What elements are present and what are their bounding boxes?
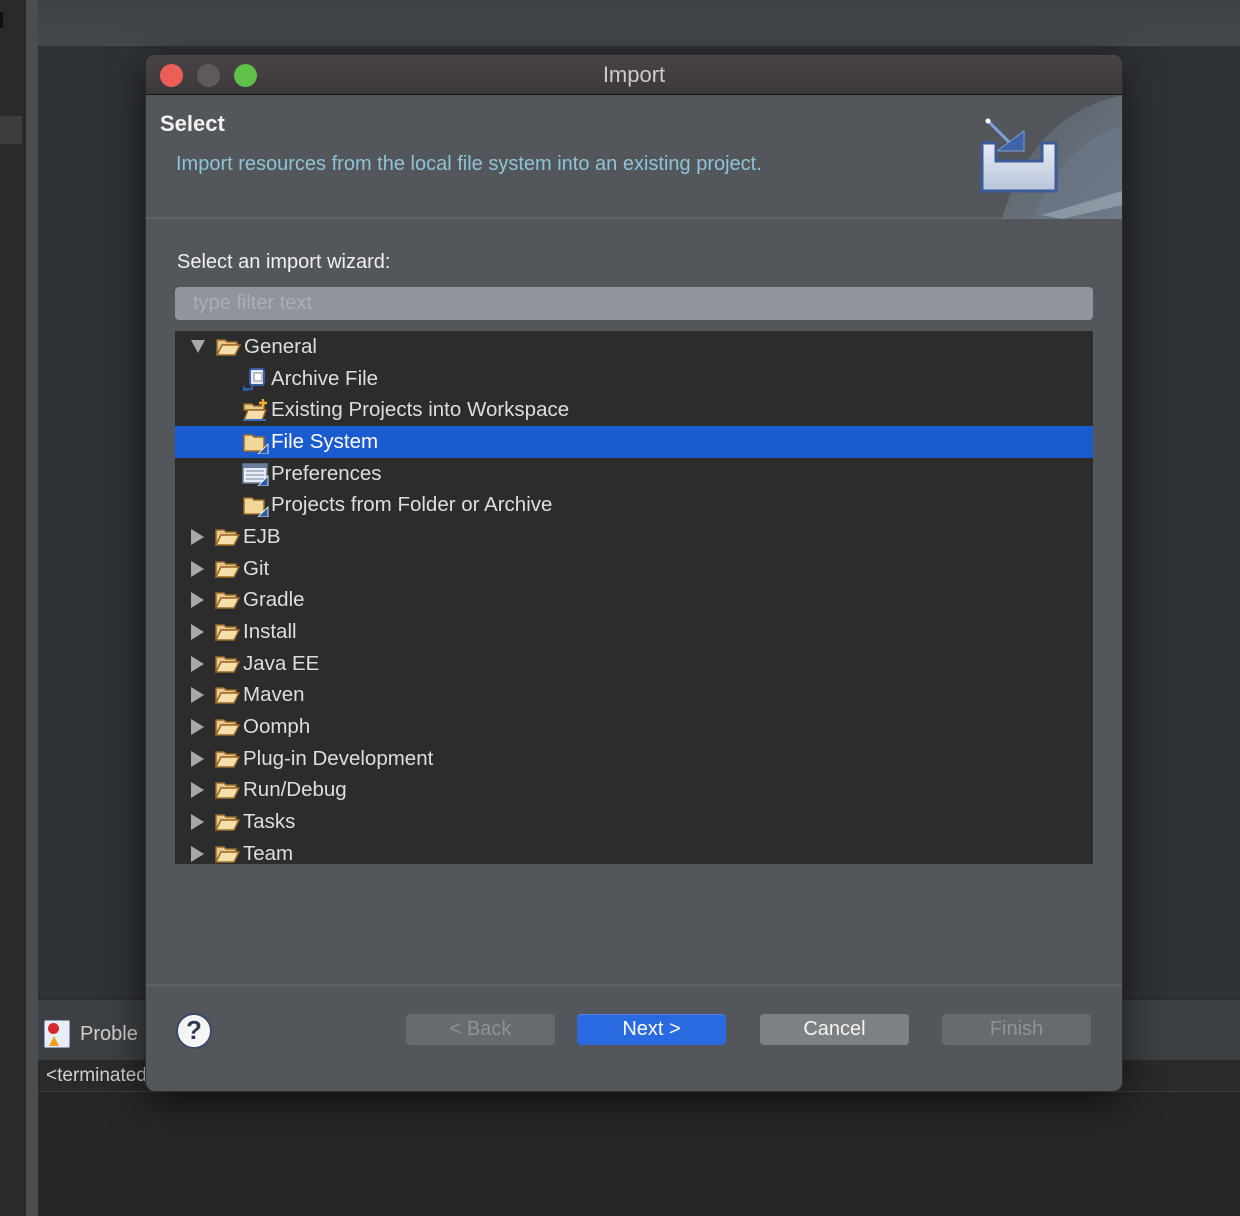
folder-open-icon [213, 652, 241, 676]
folder-open-icon [213, 810, 241, 834]
tree-item-label: Existing Projects into Workspace [271, 398, 570, 422]
tree-item[interactable]: Oomph [175, 711, 1093, 743]
help-icon[interactable]: ? [176, 1013, 212, 1049]
wizard-tree[interactable]: General Archive File Existing Projects int… [175, 331, 1093, 864]
tree-item[interactable]: Install [175, 616, 1093, 648]
wizard-header: Select Import resources from the local f… [146, 95, 1122, 219]
tree-item-label: Projects from Folder or Archive [271, 493, 553, 517]
tree-item-label: Run/Debug [243, 778, 347, 802]
chevron-right-icon[interactable] [191, 719, 204, 736]
tree-item-label: Git [243, 556, 270, 580]
tree-item-label: Preferences [271, 461, 382, 485]
tree-item[interactable]: EJB [175, 521, 1093, 553]
chevron-down-icon[interactable] [191, 340, 205, 354]
folder-open-icon [213, 842, 241, 864]
import-dialog: Import Select Import resources from the … [145, 54, 1123, 1092]
folder-open-icon [213, 620, 241, 644]
folder-open-icon [213, 557, 241, 581]
folder-open-icon [213, 588, 241, 612]
import-wizard-icon [972, 95, 1122, 219]
console-output [38, 1092, 1240, 1216]
folder-open-icon [213, 778, 241, 802]
tree-item[interactable]: Archive File [175, 363, 1093, 395]
wizard-page-description: Import resources from the local file sys… [176, 153, 762, 175]
tree-item-label: Java EE [243, 651, 320, 675]
next-button[interactable]: Next > [577, 1014, 726, 1045]
folder-open-icon [213, 715, 241, 739]
wizard-list-label: Select an import wizard: [177, 251, 391, 273]
folder-open-icon [213, 683, 241, 707]
tree-item-label: File System [271, 429, 379, 453]
tree-item-label: Gradle [243, 588, 305, 612]
tree-item[interactable]: File System [175, 426, 1093, 458]
dialog-title: Import [602, 62, 666, 87]
projects-folder-icon [241, 493, 269, 518]
tree-item-label: EJB [243, 524, 281, 548]
preferences-icon [241, 462, 269, 486]
wizard-page-title: Select [160, 111, 225, 136]
button-bar-separator [146, 984, 1122, 986]
tree-item-label: Maven [243, 683, 305, 707]
chevron-right-icon[interactable] [191, 782, 204, 799]
tree-item-label: Install [243, 620, 297, 644]
dialog-titlebar[interactable]: Import [146, 55, 1122, 95]
chevron-right-icon[interactable] [191, 655, 204, 672]
cancel-button[interactable]: Cancel [760, 1014, 909, 1045]
tree-item-label: General [244, 334, 317, 358]
tree-item[interactable]: Team [175, 838, 1093, 864]
problems-tab[interactable]: Proble [44, 1020, 138, 1048]
tree-item[interactable]: Java EE [175, 648, 1093, 680]
ide-left-marker [0, 12, 3, 28]
tree-item[interactable]: Tasks [175, 806, 1093, 838]
tree-item-label: Tasks [243, 810, 296, 834]
tree-item[interactable]: Plug-in Development [175, 743, 1093, 775]
chevron-right-icon[interactable] [191, 687, 204, 704]
chevron-right-icon[interactable] [191, 560, 204, 577]
tree-item[interactable]: Preferences [175, 458, 1093, 490]
chevron-right-icon[interactable] [191, 814, 204, 831]
chevron-right-icon[interactable] [191, 592, 204, 609]
folder-open-icon [214, 335, 242, 359]
chevron-right-icon[interactable] [191, 845, 204, 862]
tree-item[interactable]: General [175, 331, 1093, 363]
ide-sash[interactable] [26, 0, 38, 1216]
ide-left-panel [0, 0, 26, 1216]
ide-left-selected-item[interactable] [0, 116, 22, 144]
tree-item-label: Plug-in Development [243, 746, 434, 770]
tree-item-label: Team [243, 841, 294, 864]
chevron-right-icon[interactable] [191, 750, 204, 767]
finish-button[interactable]: Finish [942, 1014, 1091, 1045]
problems-icon [44, 1020, 70, 1048]
tree-item[interactable]: Maven [175, 680, 1093, 712]
folder-open-icon [213, 525, 241, 549]
back-button[interactable]: < Back [406, 1014, 555, 1045]
archive-file-icon [241, 367, 269, 391]
problems-tab-label: Proble [80, 1022, 138, 1045]
tree-item[interactable]: Projects from Folder or Archive [175, 489, 1093, 521]
existing-projects-icon [241, 398, 269, 422]
tree-item[interactable]: Run/Debug [175, 775, 1093, 807]
tree-item[interactable]: Gradle [175, 585, 1093, 617]
folder-open-icon [213, 747, 241, 771]
tree-item[interactable]: Existing Projects into Workspace [175, 394, 1093, 426]
chevron-right-icon[interactable] [191, 624, 204, 641]
chevron-right-icon[interactable] [191, 528, 204, 545]
tree-item[interactable]: Git [175, 553, 1093, 585]
file-system-icon [241, 430, 269, 454]
tree-item-label: Oomph [243, 715, 311, 739]
ide-toolbar [38, 0, 1240, 46]
tree-item-label: Archive File [271, 366, 379, 390]
filter-input[interactable] [175, 287, 1093, 320]
